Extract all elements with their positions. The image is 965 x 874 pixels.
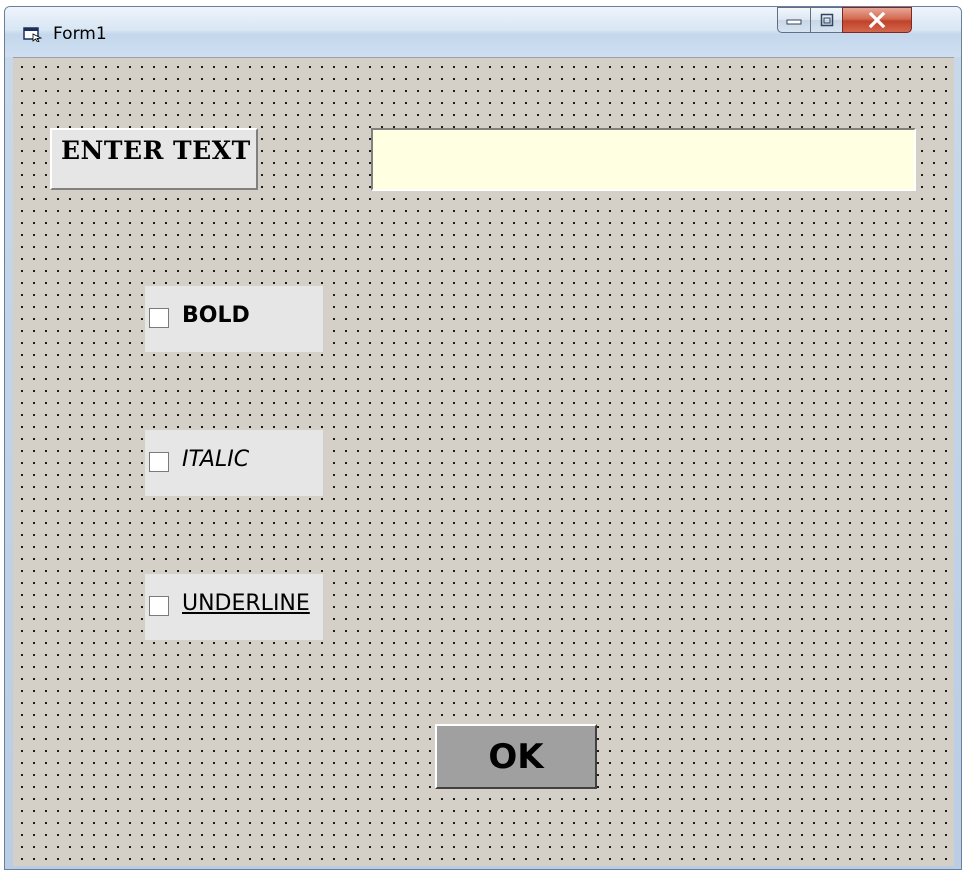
form-client-area: ENTER TEXT BOLD ITALIC UNDERLINE OK (13, 57, 954, 866)
close-button[interactable] (842, 7, 912, 33)
italic-checkbox-label[interactable]: ITALIC (182, 447, 249, 472)
title-bar[interactable]: Form1 (5, 7, 961, 57)
minimize-icon (786, 19, 802, 25)
text-input[interactable] (371, 128, 916, 191)
form-window: Form1 ENTER TEXT BOLD ITALIC UNDERLINE O… (4, 6, 962, 870)
underline-checkbox-label[interactable]: UNDERLINE (182, 591, 310, 616)
bold-checkbox-box[interactable] (149, 308, 169, 328)
form-icon (23, 27, 43, 42)
bold-checkbox[interactable]: BOLD (145, 286, 323, 352)
italic-checkbox[interactable]: ITALIC (145, 430, 323, 496)
window-title: Form1 (53, 24, 107, 44)
minimize-button[interactable] (777, 7, 811, 33)
maximize-icon (820, 13, 833, 27)
enter-text-label-text: ENTER TEXT (61, 136, 251, 165)
maximize-button[interactable] (810, 7, 843, 33)
close-icon (868, 12, 886, 28)
enter-text-label: ENTER TEXT (50, 128, 258, 190)
ok-button[interactable]: OK (435, 724, 597, 789)
italic-checkbox-box[interactable] (149, 452, 169, 472)
bold-checkbox-label[interactable]: BOLD (182, 303, 250, 328)
underline-checkbox[interactable]: UNDERLINE (145, 574, 323, 640)
underline-checkbox-box[interactable] (149, 596, 169, 616)
